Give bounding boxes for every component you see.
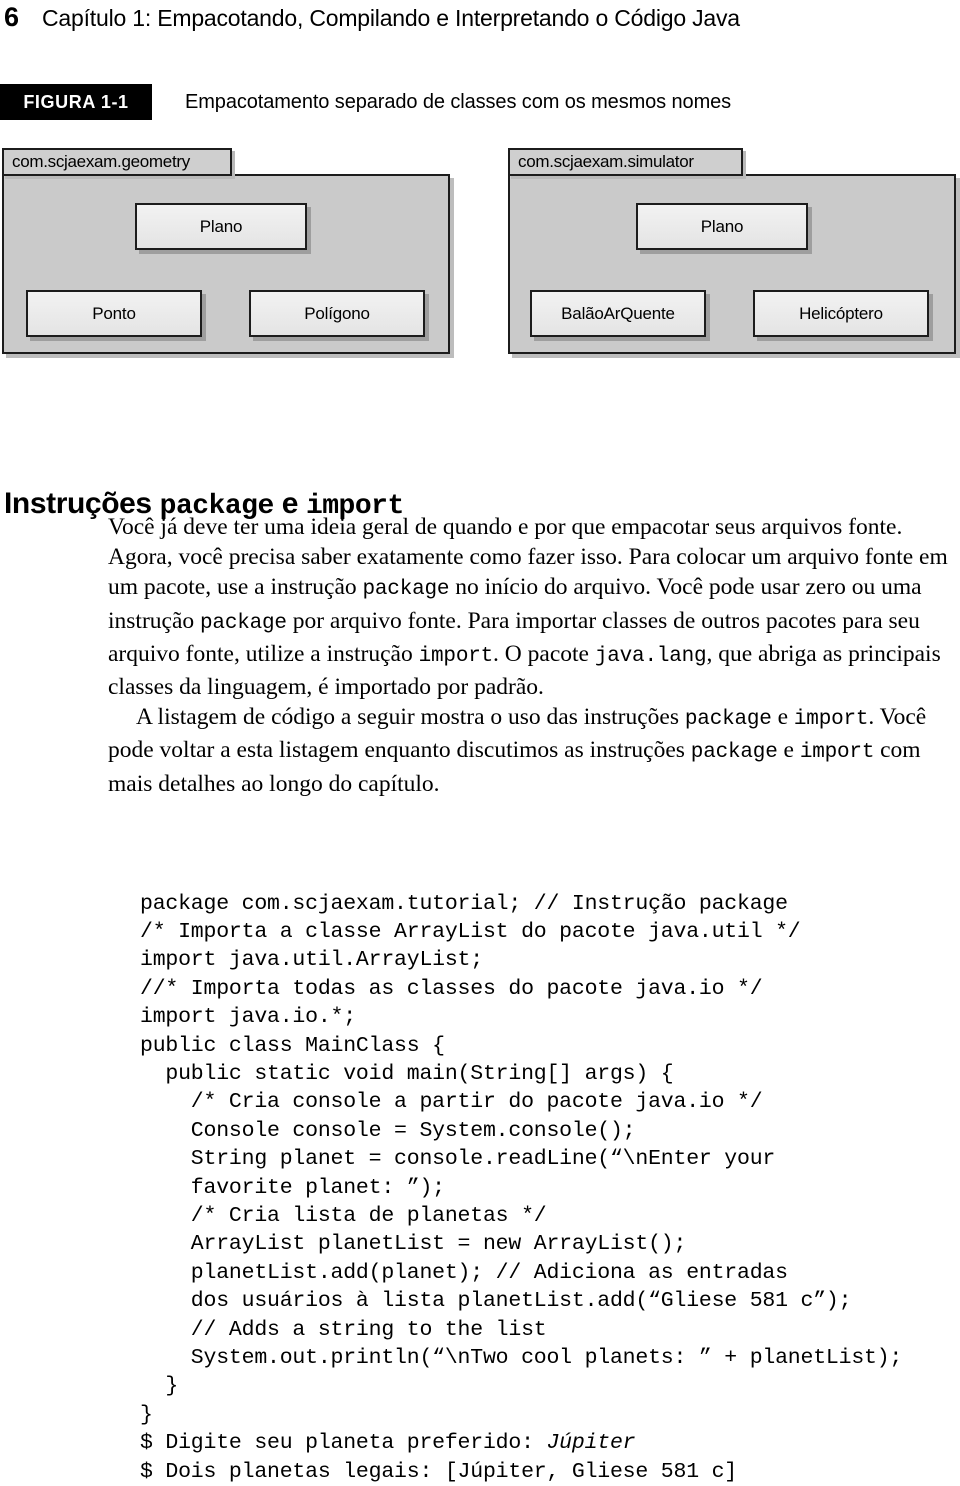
code-user-input-value: Júpiter	[546, 1431, 635, 1455]
p2-code-2: import	[794, 708, 868, 731]
page-number: 6	[0, 4, 42, 31]
class-box: BalãoArQuente	[530, 290, 706, 337]
figure-caption-row: FIGURA 1-1 Empacotamento separado de cla…	[0, 84, 960, 120]
p2-code-3: package	[691, 741, 778, 764]
code-output-line: $ Dois planetas legais: [Júpiter, Gliese…	[140, 1460, 737, 1484]
p2-code-4: import	[800, 741, 874, 764]
p1-code-2: package	[200, 612, 287, 635]
paragraph-2: A listagem de código a seguir mostra o u…	[108, 702, 956, 799]
class-box: Helicóptero	[753, 290, 929, 337]
p1-code-3: import	[419, 645, 493, 668]
p1-text-4: . O pacote	[493, 641, 595, 667]
p2-code-1: package	[685, 708, 772, 731]
class-box: Ponto	[26, 290, 202, 337]
code-body: package com.scjaexam.tutorial; // Instru…	[140, 892, 902, 1456]
p2-text-4: e	[778, 737, 800, 763]
p2-text-2: e	[772, 704, 794, 730]
package-name-tab: com.scjaexam.simulator	[508, 148, 743, 176]
figure-number-badge: FIGURA 1-1	[0, 84, 152, 120]
code-listing: package com.scjaexam.tutorial; // Instru…	[140, 890, 960, 1486]
p1-code-1: package	[363, 578, 450, 601]
class-box: Plano	[636, 203, 808, 250]
p1-code-4: java.lang	[595, 645, 707, 668]
paragraph-1: Você já deve ter uma ideia geral de quan…	[108, 512, 956, 702]
uml-package-diagram: com.scjaexam.geometry Plano Ponto Polígo…	[0, 148, 960, 380]
chapter-title: Capítulo 1: Empacotando, Compilando e In…	[42, 7, 740, 30]
body-text: Você já deve ter uma ideia geral de quan…	[108, 512, 956, 799]
class-box: Polígono	[249, 290, 425, 337]
p2-text-1: A listagem de código a seguir mostra o u…	[136, 704, 685, 730]
class-box: Plano	[135, 203, 307, 250]
figure-caption-text: Empacotamento separado de classes com os…	[185, 91, 731, 114]
running-head: 6 Capítulo 1: Empacotando, Compilando e …	[0, 4, 960, 42]
package-name-tab: com.scjaexam.geometry	[2, 148, 232, 176]
